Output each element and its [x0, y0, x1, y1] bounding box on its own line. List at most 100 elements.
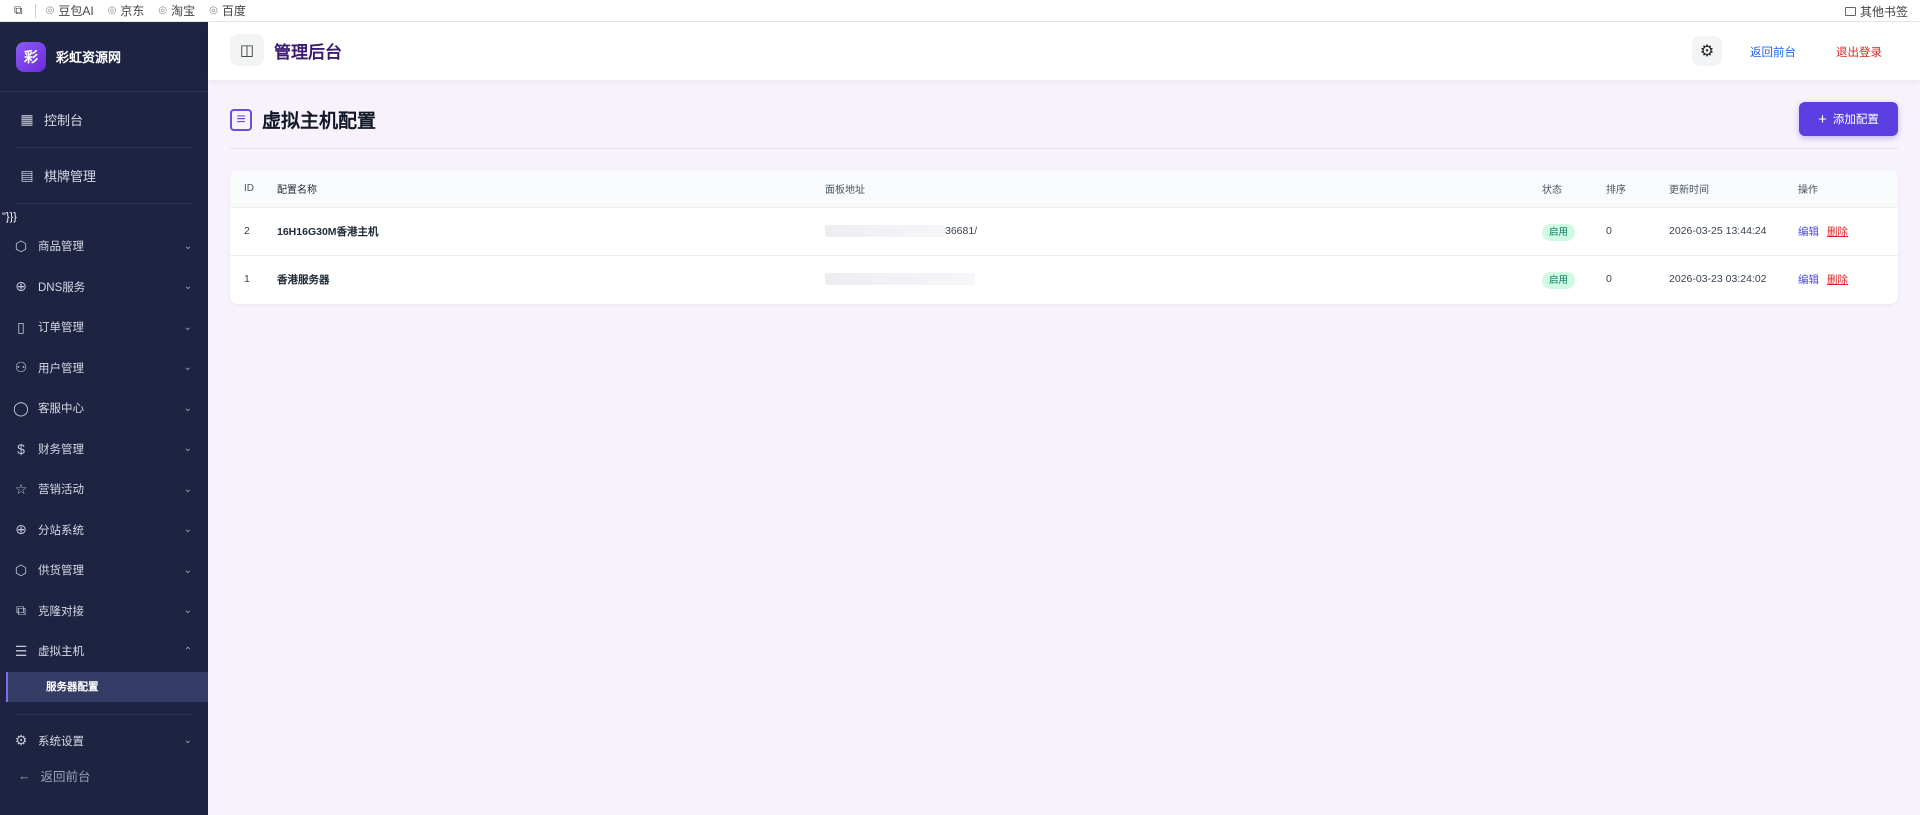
delete-link[interactable]: 删除	[1827, 226, 1848, 238]
cell-time: 2026-03-23 03:24:02	[1669, 254, 1798, 303]
sidebar-item-label: 克隆对接	[38, 605, 84, 618]
chevron-down-icon: ⌄	[183, 443, 192, 455]
sidebar-item-products[interactable]: ⬡ 商品管理 ⌄	[12, 226, 192, 267]
brand[interactable]: 彩 彩虹资源网	[0, 22, 208, 92]
table-row: 2 16H16G30M香港主机 36681/ 启用 0 2026-03-25 1…	[230, 207, 1898, 255]
chevron-down-icon: ⌄	[183, 321, 192, 333]
cell-id: 2	[244, 225, 250, 237]
delete-link[interactable]: 删除	[1827, 274, 1848, 286]
sidebar-item-label: 客服中心	[38, 403, 84, 416]
edit-link[interactable]: 编辑	[1798, 274, 1819, 286]
cell-name: 16H16G30M香港主机	[277, 225, 379, 238]
sidebar-item-label: 系统设置	[38, 735, 84, 748]
chevron-up-icon: ⌃	[183, 645, 192, 657]
redacted-url	[825, 225, 945, 238]
sidebar-system-group: ⚙ 系统设置 ⌄	[0, 721, 208, 762]
redacted-url	[825, 273, 975, 286]
logout-link[interactable]: 退出登录	[1836, 44, 1882, 60]
file-icon: ▯	[17, 318, 25, 335]
sidebar-item-finance[interactable]: $ 财务管理 ⌄	[12, 429, 192, 470]
chevron-down-icon: ⌄	[183, 240, 192, 252]
config-table: ID 配置名称 面板地址 状态 排序 更新时间 操作 2 16H16G30M香港…	[230, 170, 1898, 303]
sidebar-subitem-server-config[interactable]: 服务器配置	[6, 671, 208, 702]
bookmark-jd[interactable]: ◎ 京东	[108, 2, 145, 19]
sidebar-toggle-button[interactable]: ◫	[230, 34, 264, 66]
layout-icon: ▤	[20, 167, 34, 183]
globe-icon: ◎	[45, 5, 55, 16]
arrow-left-icon: ←	[18, 768, 31, 783]
chevron-down-icon: ⌄	[183, 564, 192, 576]
chevron-down-icon: ⌄	[183, 524, 192, 536]
sidebar-item-label: DNS服务	[38, 281, 86, 294]
sidebar-item-substation[interactable]: ⊕ 分站系统 ⌄	[12, 510, 192, 551]
cell-status: 启用	[1542, 254, 1606, 303]
star-icon: ☆	[14, 480, 28, 497]
server-icon: ≡	[230, 108, 252, 131]
sidebar-item-settings[interactable]: ⚙ 系统设置 ⌄	[12, 721, 192, 762]
bookmarks-separator	[34, 3, 36, 18]
cell-sort: 0	[1606, 254, 1669, 303]
sidebar-back-front[interactable]: ← 返回前台	[18, 766, 91, 785]
top-header: ◫ 管理后台 ⚙ 返回前台 退出登录	[208, 22, 1920, 80]
column-header-time: 更新时间	[1669, 170, 1798, 208]
bookmark-taobao[interactable]: ◎ 淘宝	[158, 2, 195, 19]
table-row: 1 香港服务器 启用 0 2026-03-23 03:24:02 编辑 删除	[230, 254, 1898, 303]
status-badge: 启用	[1542, 224, 1576, 241]
bookmark-doubao[interactable]: ◎ 豆包AI	[46, 2, 94, 19]
other-bookmarks-label: 其他书签	[1859, 5, 1908, 19]
gear-icon: ⚙	[1699, 43, 1715, 60]
cell-url	[825, 254, 1542, 303]
column-header-status: 状态	[1542, 170, 1606, 208]
sidebar-item-label: 控制台	[44, 113, 84, 128]
page-title: 虚拟主机配置	[262, 111, 377, 132]
edit-link[interactable]: 编辑	[1798, 226, 1819, 238]
sidebar-item-dns[interactable]: ⊕ DNS服务 ⌄	[12, 267, 192, 308]
chevron-down-icon: ⌄	[183, 735, 192, 747]
bookmark-label: 豆包AI	[58, 4, 94, 18]
chevron-down-icon: ⌄	[183, 483, 192, 495]
sidebar-item-supply[interactable]: ⬡ 供货管理 ⌄	[12, 550, 192, 591]
cell-url-visible: 36681/	[945, 224, 978, 237]
add-config-label: 添加配置	[1832, 114, 1879, 126]
bookmarks-bar: ⧉ ◎ 豆包AI ◎ 京东 ◎ 淘宝 ◎ 百度 其他书签	[0, 0, 1920, 22]
chat-icon: ◯	[13, 399, 29, 416]
sidebar-item-marketing[interactable]: ☆ 营销活动 ⌄	[12, 469, 192, 510]
sidebar-item-label: 分站系统	[38, 524, 84, 537]
sidebar-item-chess[interactable]: ▤ 棋牌管理	[16, 148, 192, 204]
sidebar-item-vhost[interactable]: ☰ 虚拟主机 ⌃	[12, 631, 192, 672]
back-to-front-link[interactable]: 返回前台	[1750, 44, 1796, 60]
other-bookmarks[interactable]: 其他书签	[1844, 3, 1908, 20]
sidebar-item-clone[interactable]: ⧉ 克隆对接 ⌄	[12, 591, 192, 632]
column-header-url: 面板地址	[825, 170, 1542, 208]
header-title: 管理后台	[274, 43, 342, 62]
chevron-down-icon: ⌄	[183, 281, 192, 293]
status-badge: 启用	[1542, 272, 1576, 290]
columns-icon: ◫	[239, 42, 255, 59]
sidebar-item-dashboard[interactable]: ▦ 控制台	[16, 92, 192, 148]
chevron-down-icon: ⌄	[183, 362, 192, 374]
sidebar-item-support[interactable]: ◯ 客服中心 ⌄	[12, 388, 192, 429]
settings-button[interactable]: ⚙	[1692, 36, 1722, 66]
box-icon: ⬡	[14, 237, 28, 254]
sidebar-item-orders[interactable]: ▯ 订单管理 ⌄	[12, 307, 192, 348]
heading-divider	[230, 148, 1898, 149]
folder-icon	[1844, 7, 1856, 16]
tab-icon[interactable]: ⧉	[14, 3, 23, 18]
copy-icon: ⧉	[16, 602, 26, 619]
sidebar-back-label: 返回前台	[40, 770, 91, 784]
globe-icon: ◎	[209, 5, 218, 16]
sidebar-groups: ⬡ 商品管理 ⌄ ⊕ DNS服务 ⌄ ▯ 订单管理 ⌄ ⚇ 用户管理 ⌄ ◯ 客服中心 ⌄ $ 财务管…	[0, 226, 208, 672]
add-config-button[interactable]: + 添加配置	[1799, 102, 1898, 136]
sidebar-top-nav: ▦ 控制台 ▤ 棋牌管理	[0, 92, 208, 204]
chevron-down-icon: ⌄	[183, 605, 192, 617]
sidebar-item-label: 供货管理	[38, 565, 84, 578]
column-header-name: 配置名称	[277, 170, 825, 208]
cell-time: 2026-03-25 13:44:24	[1669, 225, 1767, 237]
bookmark-baidu[interactable]: ◎ 百度	[209, 2, 246, 19]
sidebar-item-label: 营销活动	[38, 484, 84, 497]
sidebar-item-users[interactable]: ⚇ 用户管理 ⌄	[12, 348, 192, 389]
bookmark-label: 百度	[221, 4, 246, 18]
sidebar-item-label: 商品管理	[38, 241, 84, 254]
sidebar-item-label: 财务管理	[38, 443, 84, 456]
server-icon: ☰	[14, 642, 28, 659]
